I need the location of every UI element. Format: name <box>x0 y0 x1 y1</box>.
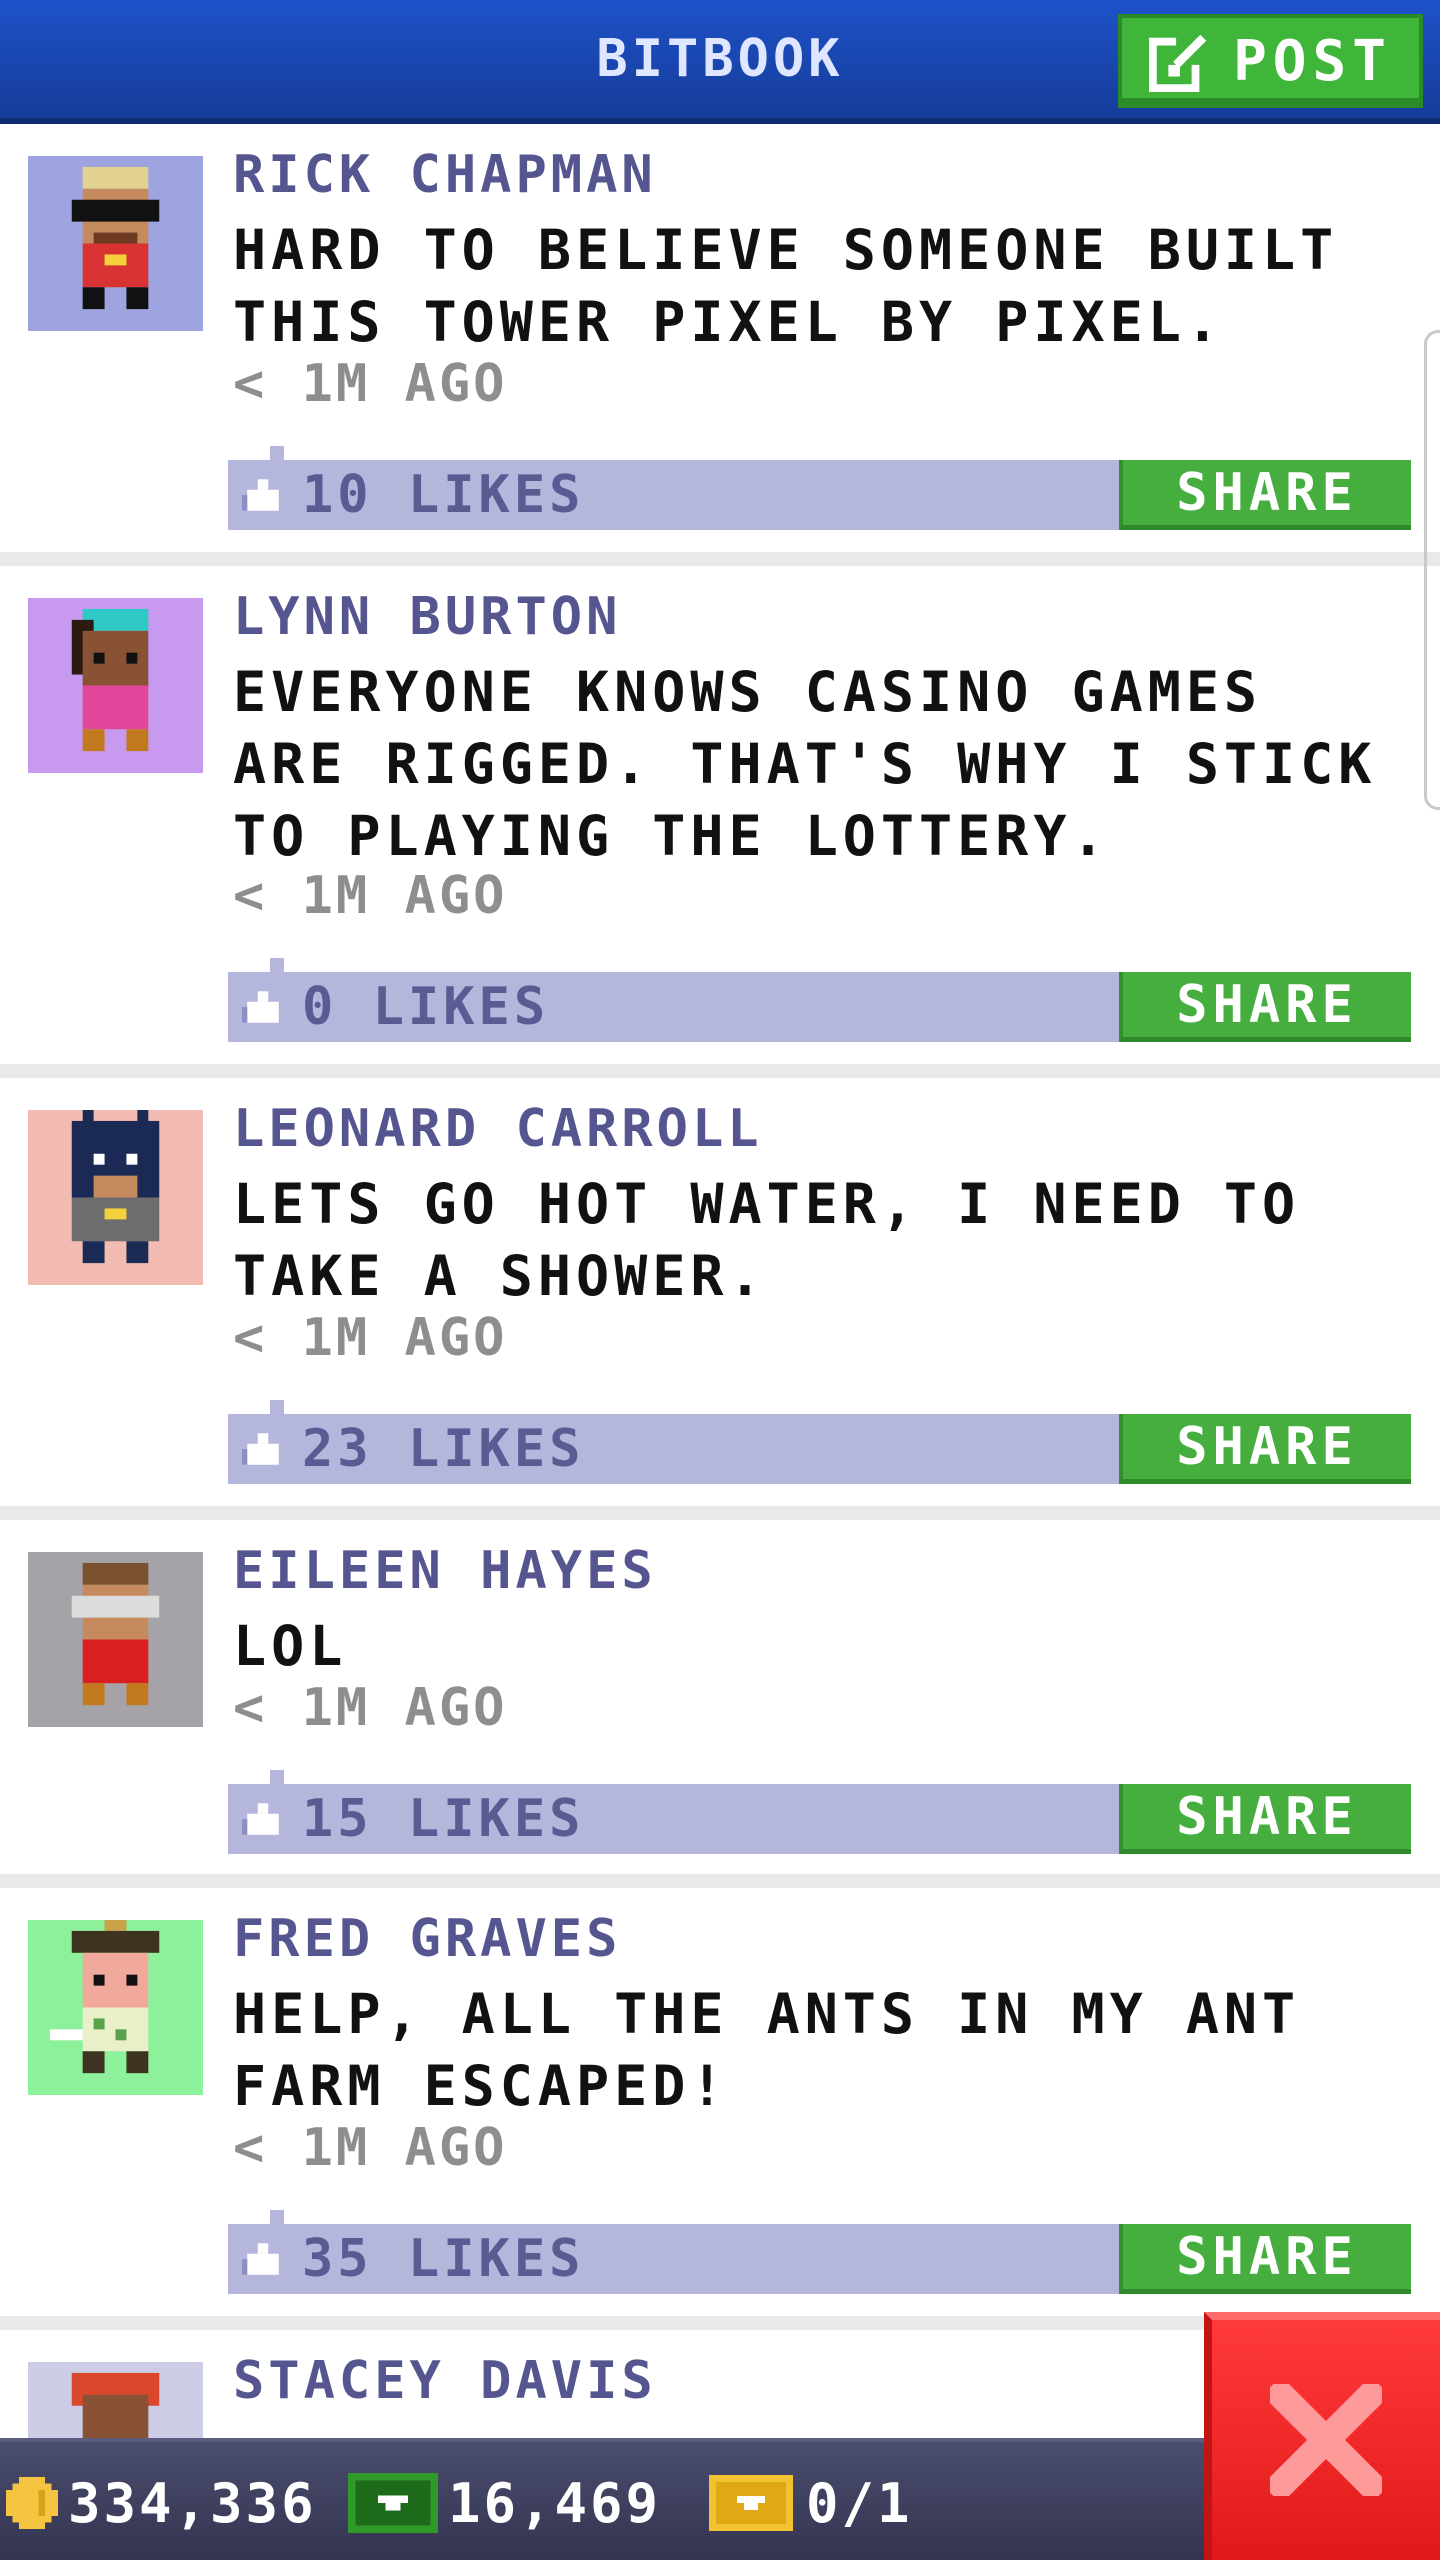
tickets-stat[interactable]: 0/1 <box>706 2442 913 2560</box>
like-count: 0 LIKES <box>302 977 550 1037</box>
post-timestamp: < 1M AGO <box>233 2118 508 2178</box>
avatar[interactable] <box>28 156 203 331</box>
avatar[interactable] <box>28 1552 203 1727</box>
post-author[interactable]: STACEY DAVIS <box>233 2350 657 2412</box>
post-author[interactable]: LEONARD CARROLL <box>233 1098 763 1160</box>
feed-post: RICK CHAPMAN HARD TO BELIEVE SOMEONE BUI… <box>0 124 1440 552</box>
thumb-up-icon <box>242 1433 279 1465</box>
share-button[interactable]: SHARE <box>1119 460 1411 530</box>
coins-stat[interactable]: 334,336 <box>6 2442 317 2560</box>
share-button[interactable]: SHARE <box>1119 1414 1411 1484</box>
like-bar: 35 LIKES SHARE <box>228 2210 1411 2294</box>
like-count: 35 LIKES <box>302 2229 585 2289</box>
post-timestamp: < 1M AGO <box>233 866 508 926</box>
like-count: 15 LIKES <box>302 1789 585 1849</box>
post-author[interactable]: FRED GRAVES <box>233 1908 621 1970</box>
post-text: HARD TO BELIEVE SOMEONE BUILT THIS TOWER… <box>233 218 1339 354</box>
like-button[interactable]: 10 LIKES <box>242 460 584 530</box>
share-button[interactable]: SHARE <box>1119 972 1411 1042</box>
like-button[interactable]: 0 LIKES <box>242 972 549 1042</box>
bux-stat[interactable]: 16,469 <box>348 2442 661 2560</box>
post-text: EVERYONE KNOWS CASINO GAMES ARE RIGGED. … <box>233 660 1377 868</box>
post-text: LOL <box>233 1614 348 1678</box>
share-button[interactable]: SHARE <box>1119 1784 1411 1854</box>
avatar-eileen-icon <box>71 1562 160 1706</box>
like-count: 10 LIKES <box>302 465 585 525</box>
post-button-label: POST <box>1233 28 1392 94</box>
like-button[interactable]: 15 LIKES <box>242 1784 584 1854</box>
like-button[interactable]: 35 LIKES <box>242 2224 584 2294</box>
post-button[interactable]: POST <box>1118 14 1423 108</box>
avatar-leonard-icon <box>71 1110 160 1264</box>
avatar[interactable] <box>28 1920 203 2095</box>
avatar-stacey-icon <box>71 2372 160 2444</box>
avatar[interactable] <box>28 598 203 773</box>
coins-value: 334,336 <box>68 2471 317 2535</box>
post-timestamp: < 1M AGO <box>233 1678 508 1738</box>
post-author[interactable]: RICK CHAPMAN <box>233 144 657 206</box>
post-timestamp: < 1M AGO <box>233 354 508 414</box>
feed-post: LEONARD CARROLL LETS GO HOT WATER, I NEE… <box>0 1078 1440 1506</box>
avatar[interactable] <box>28 2362 203 2444</box>
post-text: LETS GO HOT WATER, I NEED TO TAKE A SHOW… <box>233 1172 1301 1308</box>
share-button[interactable]: SHARE <box>1119 2224 1411 2294</box>
close-icon <box>1270 2384 1382 2496</box>
ticket-icon <box>709 2475 793 2531</box>
avatar-fred-icon <box>49 1920 160 2074</box>
avatar[interactable] <box>28 1110 203 1285</box>
feed-post: FRED GRAVES HELP, ALL THE ANTS IN MY ANT… <box>0 1888 1440 2316</box>
feed-list[interactable]: RICK CHAPMAN HARD TO BELIEVE SOMEONE BUI… <box>0 124 1440 2444</box>
feed-post: EILEEN HAYES LOL < 1M AGO 15 LIKES SHARE <box>0 1520 1440 1874</box>
bux-value: 16,469 <box>448 2471 662 2535</box>
scroll-indicator <box>1424 330 1440 810</box>
bux-icon <box>348 2473 438 2533</box>
thumb-up-icon <box>242 1803 279 1835</box>
thumb-up-icon <box>242 2243 279 2275</box>
tickets-value: 0/1 <box>806 2471 913 2535</box>
feed-post: LYNN BURTON EVERYONE KNOWS CASINO GAMES … <box>0 566 1440 1064</box>
thumb-up-icon <box>242 991 279 1023</box>
close-button[interactable] <box>1204 2312 1440 2560</box>
post-text: HELP, ALL THE ANTS IN MY ANT FARM ESCAPE… <box>233 1982 1301 2118</box>
post-author[interactable]: EILEEN HAYES <box>233 1540 657 1602</box>
like-button[interactable]: 23 LIKES <box>242 1414 584 1484</box>
avatar-lynn-icon <box>71 608 149 752</box>
post-author[interactable]: LYNN BURTON <box>233 586 621 648</box>
post-timestamp: < 1M AGO <box>233 1308 508 1368</box>
like-bar: 0 LIKES SHARE <box>228 958 1411 1042</box>
app-header: BITBOOK POST <box>0 0 1440 124</box>
coin-icon <box>6 2477 58 2529</box>
like-count: 23 LIKES <box>302 1419 585 1479</box>
like-bar: 23 LIKES SHARE <box>228 1400 1411 1484</box>
compose-icon <box>1149 33 1208 92</box>
like-bar: 10 LIKES SHARE <box>228 446 1411 530</box>
thumb-up-icon <box>242 479 279 511</box>
avatar-rick-icon <box>71 166 160 310</box>
like-bar: 15 LIKES SHARE <box>228 1770 1411 1854</box>
